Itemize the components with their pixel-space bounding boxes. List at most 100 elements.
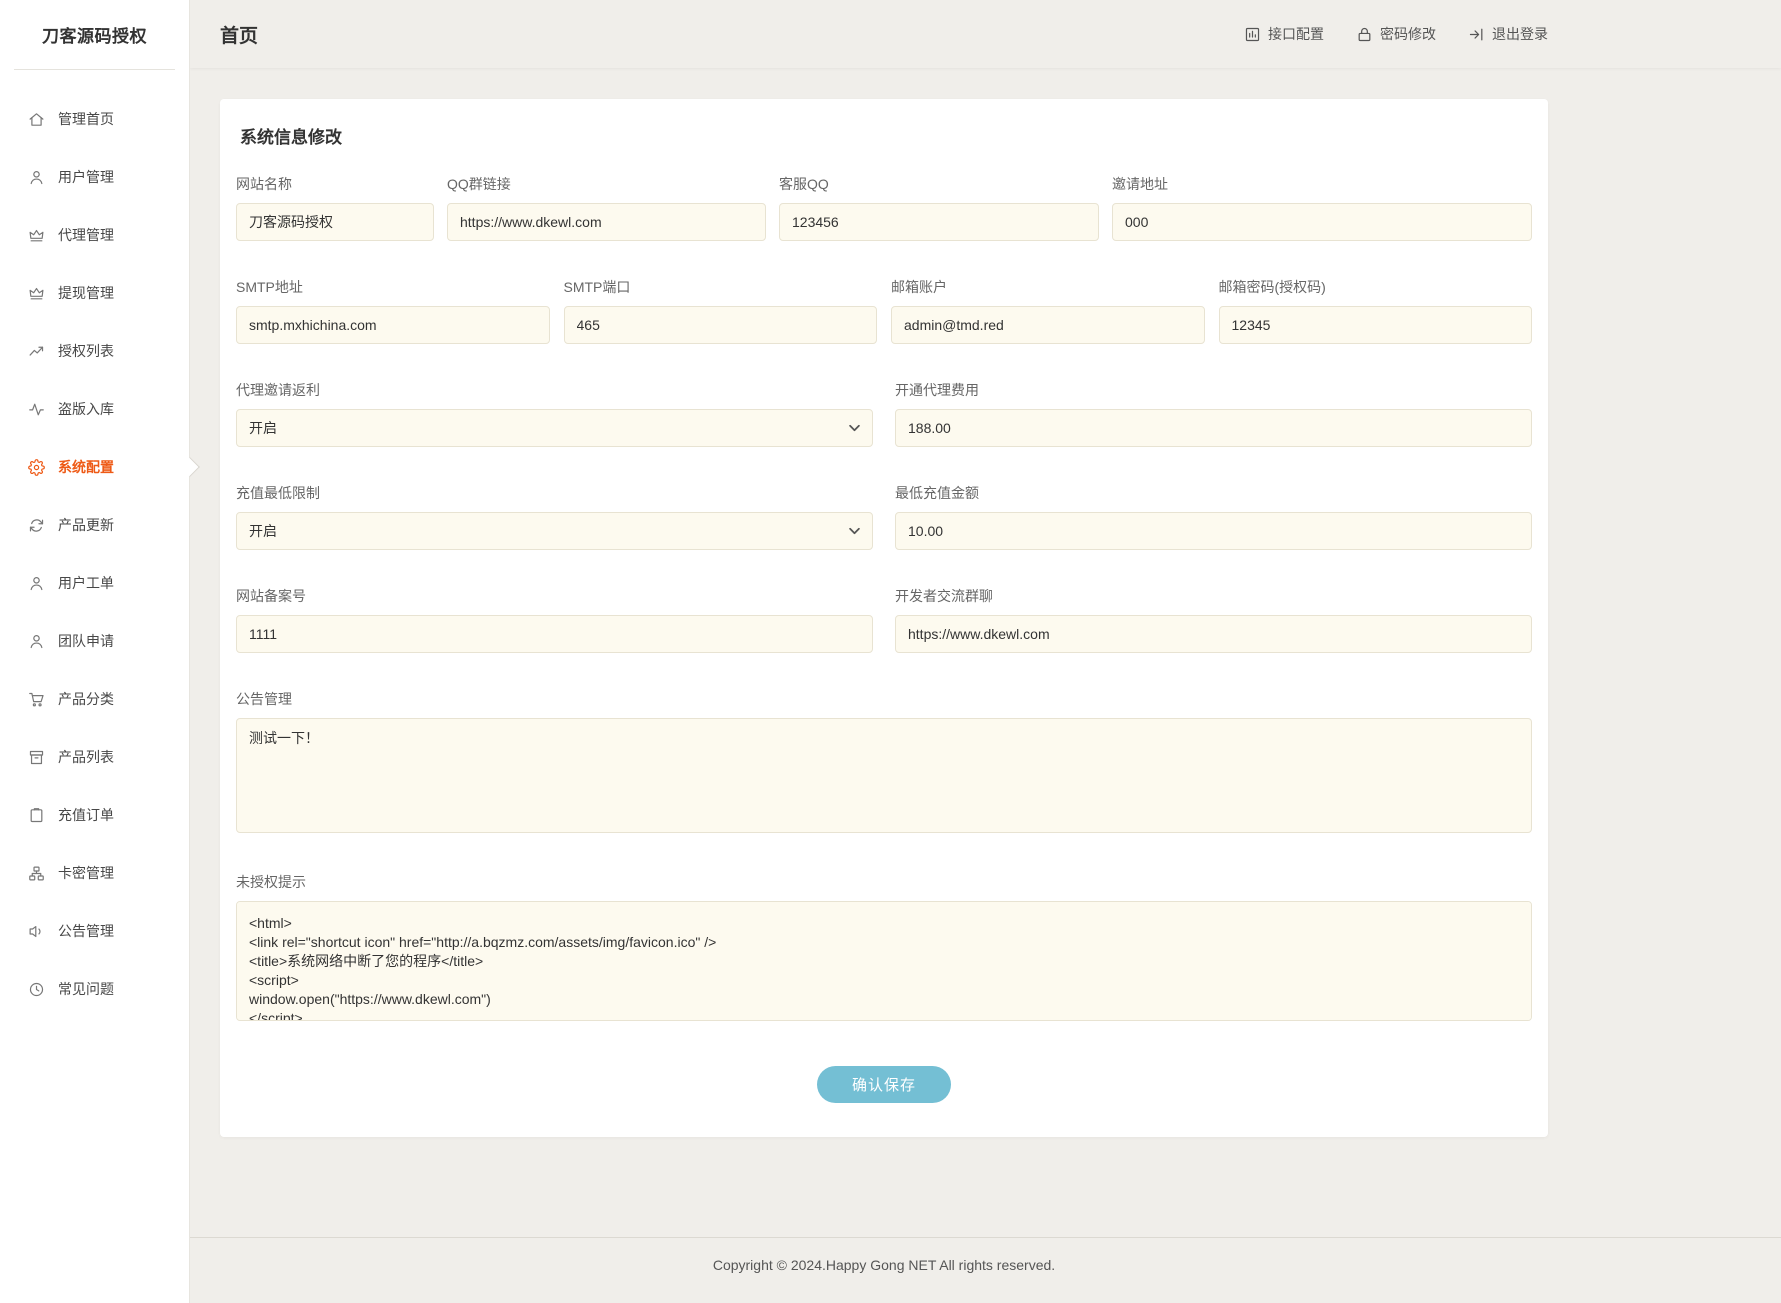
submit-row: 确认保存 bbox=[236, 1066, 1532, 1103]
clock-icon bbox=[28, 981, 45, 998]
logout-icon bbox=[1468, 26, 1485, 43]
trend-chart-icon bbox=[28, 343, 45, 360]
agent-fee-input[interactable] bbox=[895, 409, 1532, 447]
smtp-port-label: SMTP端口 bbox=[564, 277, 878, 297]
sidebar-item-product-list[interactable]: 产品列表 bbox=[0, 728, 189, 786]
field-recharge-limit: 充值最低限制 开启 bbox=[236, 483, 873, 550]
api-config-label: 接口配置 bbox=[1268, 24, 1324, 44]
app-root: 刀客源码授权 管理首页 用户管理 代理管理 bbox=[0, 0, 1781, 1303]
form-row-announcement: 公告管理 测试一下！ bbox=[236, 689, 1532, 836]
recharge-limit-select-wrap: 开启 bbox=[236, 512, 873, 550]
email-password-input[interactable] bbox=[1219, 306, 1533, 344]
email-password-label: 邮箱密码(授权码) bbox=[1219, 277, 1533, 297]
gear-icon bbox=[28, 459, 45, 476]
system-info-card: 系统信息修改 网站名称 QQ群链接 客服QQ bbox=[220, 99, 1548, 1137]
invite-address-input[interactable] bbox=[1112, 203, 1532, 241]
change-password-label: 密码修改 bbox=[1380, 24, 1436, 44]
agent-fee-label: 开通代理费用 bbox=[895, 380, 1532, 400]
agent-rebate-select[interactable]: 开启 bbox=[236, 409, 873, 447]
sidebar-item-licenses[interactable]: 授权列表 bbox=[0, 322, 189, 380]
unauthorized-html-textarea[interactable]: <html> <link rel="shortcut icon" href="h… bbox=[236, 901, 1532, 1021]
agent-rebate-select-wrap: 开启 bbox=[236, 409, 873, 447]
sidebar-item-piracy[interactable]: 盗版入库 bbox=[0, 380, 189, 438]
field-service-qq: 客服QQ bbox=[779, 174, 1099, 241]
sidebar-item-dashboard[interactable]: 管理首页 bbox=[0, 90, 189, 148]
logout-button[interactable]: 退出登录 bbox=[1468, 24, 1548, 44]
qq-group-link-input[interactable] bbox=[447, 203, 766, 241]
sidebar-item-card-keys[interactable]: 卡密管理 bbox=[0, 844, 189, 902]
announcement-label: 公告管理 bbox=[236, 689, 1532, 709]
sidebar-item-label: 代理管理 bbox=[58, 225, 114, 245]
api-config-button[interactable]: 接口配置 bbox=[1244, 24, 1324, 44]
field-site-name: 网站名称 bbox=[236, 174, 434, 241]
sidebar-item-product-updates[interactable]: 产品更新 bbox=[0, 496, 189, 554]
smtp-host-label: SMTP地址 bbox=[236, 277, 550, 297]
sidebar-item-user-tickets[interactable]: 用户工单 bbox=[0, 554, 189, 612]
sidebar: 刀客源码授权 管理首页 用户管理 代理管理 bbox=[0, 0, 190, 1303]
field-announcement: 公告管理 测试一下！ bbox=[236, 689, 1532, 836]
min-recharge-input[interactable] bbox=[895, 512, 1532, 550]
site-name-label: 网站名称 bbox=[236, 174, 434, 194]
icp-number-input[interactable] bbox=[236, 615, 873, 653]
sidebar-item-label: 常见问题 bbox=[58, 979, 114, 999]
content-area: 系统信息修改 网站名称 QQ群链接 客服QQ bbox=[190, 68, 1781, 1137]
smtp-host-input[interactable] bbox=[236, 306, 550, 344]
topbar: 首页 接口配置 密码修改 bbox=[190, 0, 1781, 68]
field-unauthorized: 未授权提示 <html> <link rel="shortcut icon" h… bbox=[236, 872, 1532, 1024]
form-row-3: 代理邀请返利 开启 开通代理费用 bbox=[236, 380, 1532, 447]
invite-address-label: 邀请地址 bbox=[1112, 174, 1532, 194]
site-name-input[interactable] bbox=[236, 203, 434, 241]
sitemap-icon bbox=[28, 865, 45, 882]
user-icon bbox=[28, 169, 45, 186]
sidebar-item-announcements[interactable]: 公告管理 bbox=[0, 902, 189, 960]
field-email-account: 邮箱账户 bbox=[891, 277, 1205, 344]
field-icp-number: 网站备案号 bbox=[236, 586, 873, 653]
sidebar-item-faq[interactable]: 常见问题 bbox=[0, 960, 189, 1018]
megaphone-icon bbox=[28, 923, 45, 940]
sidebar-item-label: 管理首页 bbox=[58, 109, 114, 129]
smtp-port-input[interactable] bbox=[564, 306, 878, 344]
form-row-1: 网站名称 QQ群链接 客服QQ 邀请地址 bbox=[236, 174, 1532, 241]
min-recharge-label: 最低充值金额 bbox=[895, 483, 1532, 503]
sidebar-item-withdrawals[interactable]: 提现管理 bbox=[0, 264, 189, 322]
email-account-label: 邮箱账户 bbox=[891, 277, 1205, 297]
sidebar-item-users[interactable]: 用户管理 bbox=[0, 148, 189, 206]
sidebar-item-team-applications[interactable]: 团队申请 bbox=[0, 612, 189, 670]
announcement-textarea[interactable]: 测试一下！ bbox=[236, 718, 1532, 833]
copyright: Copyright © 2024.Happy Gong NET All righ… bbox=[220, 1238, 1548, 1303]
field-smtp-port: SMTP端口 bbox=[564, 277, 878, 344]
logout-label: 退出登录 bbox=[1492, 24, 1548, 44]
activity-icon bbox=[28, 401, 45, 418]
sidebar-item-label: 产品更新 bbox=[58, 515, 114, 535]
field-min-recharge: 最低充值金额 bbox=[895, 483, 1532, 550]
form-row-unauthorized: 未授权提示 <html> <link rel="shortcut icon" h… bbox=[236, 872, 1532, 1024]
service-qq-input[interactable] bbox=[779, 203, 1099, 241]
agent-rebate-label: 代理邀请返利 bbox=[236, 380, 873, 400]
save-button[interactable]: 确认保存 bbox=[817, 1066, 951, 1103]
box-icon bbox=[28, 749, 45, 766]
page-title: 首页 bbox=[220, 21, 258, 48]
qq-group-link-label: QQ群链接 bbox=[447, 174, 766, 194]
sidebar-item-recharge-orders[interactable]: 充值订单 bbox=[0, 786, 189, 844]
field-smtp-host: SMTP地址 bbox=[236, 277, 550, 344]
sidebar-item-label: 系统配置 bbox=[58, 457, 114, 477]
home-icon bbox=[28, 111, 45, 128]
dev-group-input[interactable] bbox=[895, 615, 1532, 653]
change-password-button[interactable]: 密码修改 bbox=[1356, 24, 1436, 44]
sidebar-nav: 管理首页 用户管理 代理管理 提现管理 bbox=[0, 70, 189, 1018]
sidebar-item-label: 盗版入库 bbox=[58, 399, 114, 419]
sidebar-item-agents[interactable]: 代理管理 bbox=[0, 206, 189, 264]
topbar-actions: 接口配置 密码修改 退出登录 bbox=[1244, 24, 1548, 44]
form-row-5: 网站备案号 开发者交流群聊 bbox=[236, 586, 1532, 653]
sidebar-item-label: 团队申请 bbox=[58, 631, 114, 651]
clipboard-icon bbox=[28, 807, 45, 824]
email-account-input[interactable] bbox=[891, 306, 1205, 344]
sidebar-item-system-config[interactable]: 系统配置 bbox=[0, 438, 189, 496]
sidebar-item-label: 用户工单 bbox=[58, 573, 114, 593]
app-logo: 刀客源码授权 bbox=[0, 0, 189, 69]
unauthorized-label: 未授权提示 bbox=[236, 872, 1532, 892]
dev-group-label: 开发者交流群聊 bbox=[895, 586, 1532, 606]
field-email-password: 邮箱密码(授权码) bbox=[1219, 277, 1533, 344]
recharge-limit-select[interactable]: 开启 bbox=[236, 512, 873, 550]
sidebar-item-product-categories[interactable]: 产品分类 bbox=[0, 670, 189, 728]
